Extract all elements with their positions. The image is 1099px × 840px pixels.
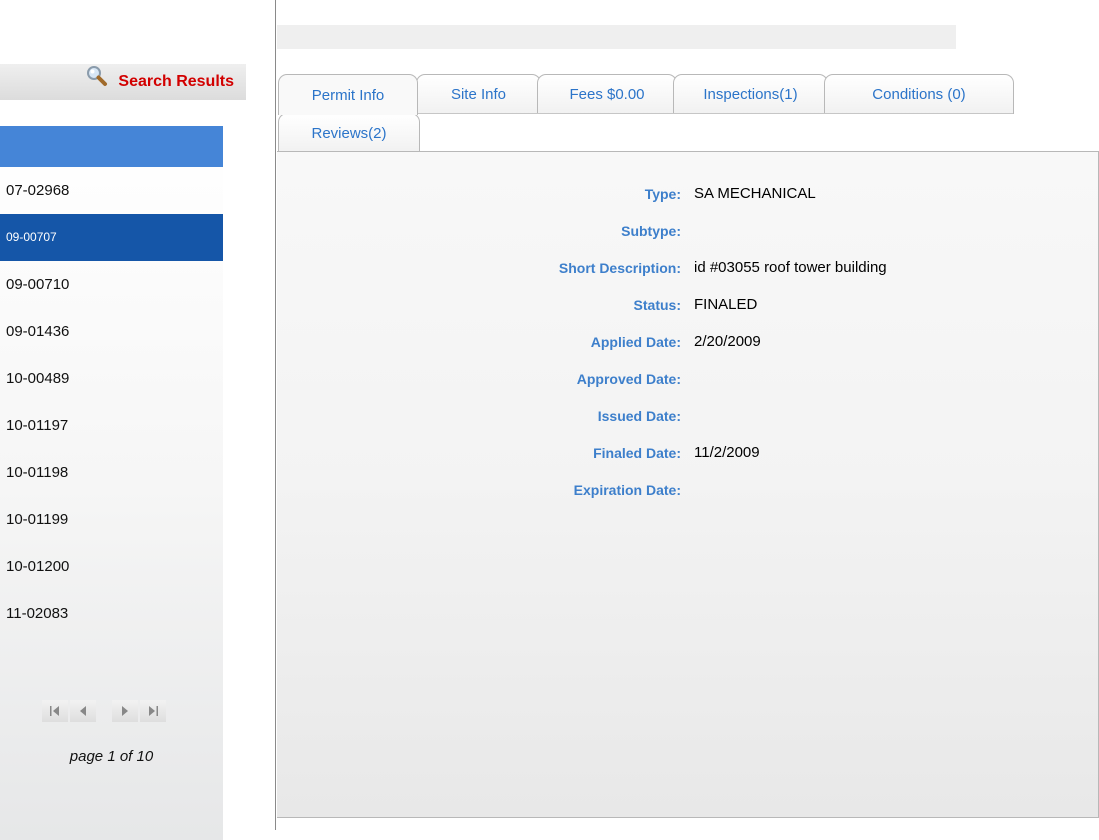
detail-row: Type: SA MECHANICAL bbox=[277, 184, 1099, 221]
page-indicator: page 1 of 10 bbox=[69, 748, 154, 765]
top-toolbar-bar bbox=[277, 25, 956, 49]
previous-page-icon[interactable] bbox=[70, 700, 96, 722]
tab-permit-info[interactable]: Permit Info bbox=[278, 74, 418, 115]
detail-label: Expiration Date: bbox=[573, 482, 681, 498]
tab-inspections-1[interactable]: Inspections(1) bbox=[673, 74, 828, 114]
magnifier-icon bbox=[86, 65, 108, 91]
detail-value: 2/20/2009 bbox=[694, 333, 761, 350]
result-item[interactable]: 11-02083 bbox=[0, 590, 223, 637]
detail-label: Status: bbox=[633, 297, 681, 313]
detail-label: Applied Date: bbox=[590, 334, 681, 350]
detail-label: Approved Date: bbox=[576, 371, 681, 387]
detail-label: Finaled Date: bbox=[593, 445, 681, 461]
tab-reviews-2[interactable]: Reviews(2) bbox=[278, 113, 420, 153]
detail-row: Status: FINALED bbox=[277, 295, 1099, 332]
next-page-icon[interactable] bbox=[112, 700, 138, 722]
detail-value: FINALED bbox=[694, 296, 758, 313]
result-item[interactable]: 10-00489 bbox=[0, 355, 223, 402]
search-results-label: Search Results bbox=[118, 73, 234, 90]
detail-row: Approved Date: bbox=[277, 369, 1099, 406]
detail-value: id #03055 roof tower building bbox=[694, 259, 887, 276]
tab-conditions-0[interactable]: Conditions (0) bbox=[824, 74, 1014, 114]
detail-row: Expiration Date: bbox=[277, 480, 1099, 517]
tab-site-info[interactable]: Site Info bbox=[416, 74, 541, 114]
results-panel: 07-02968 09-00707 09-00710 09-01436 10-00489… bbox=[0, 126, 223, 840]
result-item[interactable]: 10-01199 bbox=[0, 496, 223, 543]
result-item[interactable]: 10-01200 bbox=[0, 543, 223, 590]
detail-label: Type: bbox=[644, 186, 681, 202]
sidebar: Search Results 07-02968 09-00707 09-00710 0… bbox=[0, 0, 276, 840]
detail-row: Short Description: id #03055 roof tower b… bbox=[277, 258, 1099, 295]
permit-details: Type: SA MECHANICAL Subtype: Short Descript… bbox=[277, 184, 1099, 517]
detail-row: Applied Date: 2/20/2009 bbox=[277, 332, 1099, 369]
results-header-bar bbox=[0, 126, 223, 167]
detail-label: Subtype: bbox=[621, 223, 681, 239]
detail-row: Subtype: bbox=[277, 221, 1099, 258]
result-item[interactable]: 10-01197 bbox=[0, 402, 223, 449]
result-item[interactable]: 09-00707 bbox=[0, 214, 223, 261]
result-item[interactable]: 09-01436 bbox=[0, 308, 223, 355]
result-item[interactable]: 07-02968 bbox=[0, 167, 223, 214]
search-results-header[interactable]: Search Results bbox=[0, 64, 246, 100]
detail-value: SA MECHANICAL bbox=[694, 185, 816, 202]
detail-row: Issued Date: bbox=[277, 406, 1099, 443]
results-list: 07-02968 09-00707 09-00710 09-01436 10-00489… bbox=[0, 167, 223, 637]
last-page-icon[interactable] bbox=[140, 700, 166, 722]
result-item[interactable]: 09-00710 bbox=[0, 261, 223, 308]
permit-info-panel: Type: SA MECHANICAL Subtype: Short Descript… bbox=[277, 151, 1099, 818]
detail-row: Finaled Date: 11/2/2009 bbox=[277, 443, 1099, 480]
main-divider bbox=[275, 0, 276, 830]
detail-value: 11/2/2009 bbox=[694, 444, 760, 461]
detail-label: Issued Date: bbox=[597, 408, 681, 424]
first-page-icon[interactable] bbox=[42, 700, 68, 722]
pager bbox=[42, 700, 168, 722]
tab-fees-0-00[interactable]: Fees $0.00 bbox=[537, 74, 677, 114]
result-item[interactable]: 10-01198 bbox=[0, 449, 223, 496]
detail-label: Short Description: bbox=[558, 260, 681, 276]
